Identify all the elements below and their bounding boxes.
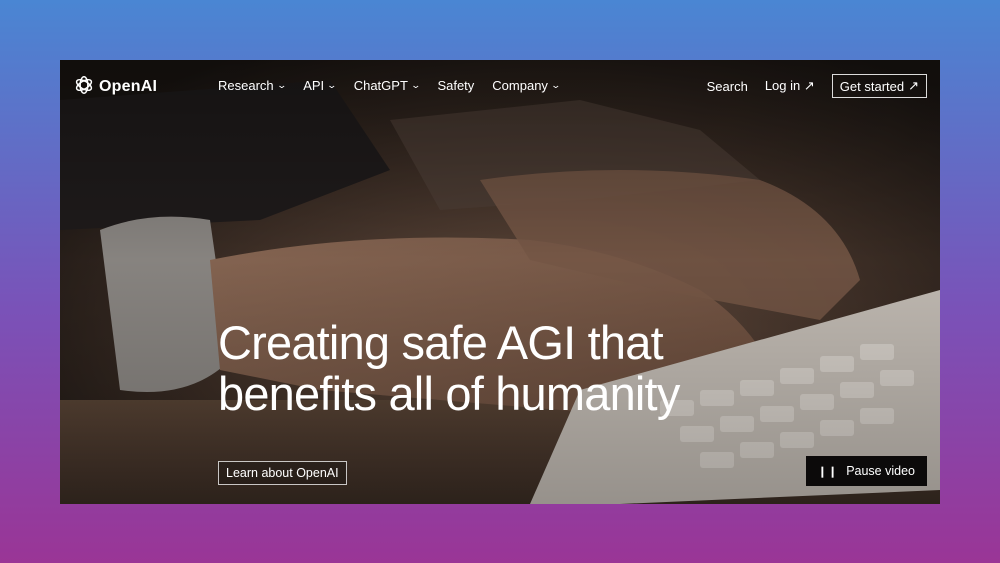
arrow-up-right-icon: ↗ xyxy=(908,78,919,93)
login-label: Log in xyxy=(764,78,801,93)
primary-nav: Research ⌄ API ⌄ ChatGPT ⌄ Safety Compan… xyxy=(218,78,561,93)
pause-video-button[interactable]: ❙❙ Pause video xyxy=(805,456,927,486)
nav-item-label: API xyxy=(303,78,325,93)
nav-item-api[interactable]: API ⌄ xyxy=(303,78,338,93)
arrow-up-right-icon: ↗ xyxy=(803,78,815,93)
chevron-down-icon: ⌄ xyxy=(410,80,421,90)
chevron-down-icon: ⌄ xyxy=(550,80,561,90)
openai-logo[interactable]: OpenAI xyxy=(73,74,157,99)
nav-item-research[interactable]: Research ⌄ xyxy=(218,78,287,93)
nav-item-label: Research xyxy=(218,78,274,93)
nav-item-company[interactable]: Company ⌄ xyxy=(492,78,561,93)
hero-video-frame: OpenAI Research ⌄ API ⌄ ChatGPT ⌄ Safety… xyxy=(60,60,940,504)
nav-item-label: Safety xyxy=(437,78,475,93)
pause-video-label: Pause video xyxy=(846,464,915,478)
brand-name: OpenAI xyxy=(99,77,158,95)
get-started-button[interactable]: Get started ↗ xyxy=(831,74,927,98)
video-overlay xyxy=(60,60,940,504)
login-link[interactable]: Log in ↗ xyxy=(765,78,815,94)
get-started-label: Get started xyxy=(839,78,905,94)
nav-item-chatgpt[interactable]: ChatGPT ⌄ xyxy=(353,78,421,93)
openai-knot-icon xyxy=(73,74,95,99)
top-navigation: OpenAI Research ⌄ API ⌄ ChatGPT ⌄ Safety… xyxy=(60,60,940,112)
chevron-down-icon: ⌄ xyxy=(276,80,287,90)
nav-item-safety[interactable]: Safety xyxy=(437,78,474,93)
nav-item-label: ChatGPT xyxy=(353,78,408,93)
learn-about-button[interactable]: Learn about OpenAI xyxy=(218,461,347,485)
hero-headline-line-2: benefits all of humanity xyxy=(218,367,680,420)
pause-icon: ❙❙ xyxy=(817,465,839,478)
nav-actions: Search Log in ↗ Get started ↗ xyxy=(707,74,927,98)
nav-item-label: Company xyxy=(492,78,548,93)
hero-headline: Creating safe AGI that benefits all of h… xyxy=(218,317,778,419)
chevron-down-icon: ⌄ xyxy=(326,80,338,90)
search-link[interactable]: Search xyxy=(707,79,748,94)
hero-headline-line-1: Creating safe AGI that xyxy=(218,316,664,369)
